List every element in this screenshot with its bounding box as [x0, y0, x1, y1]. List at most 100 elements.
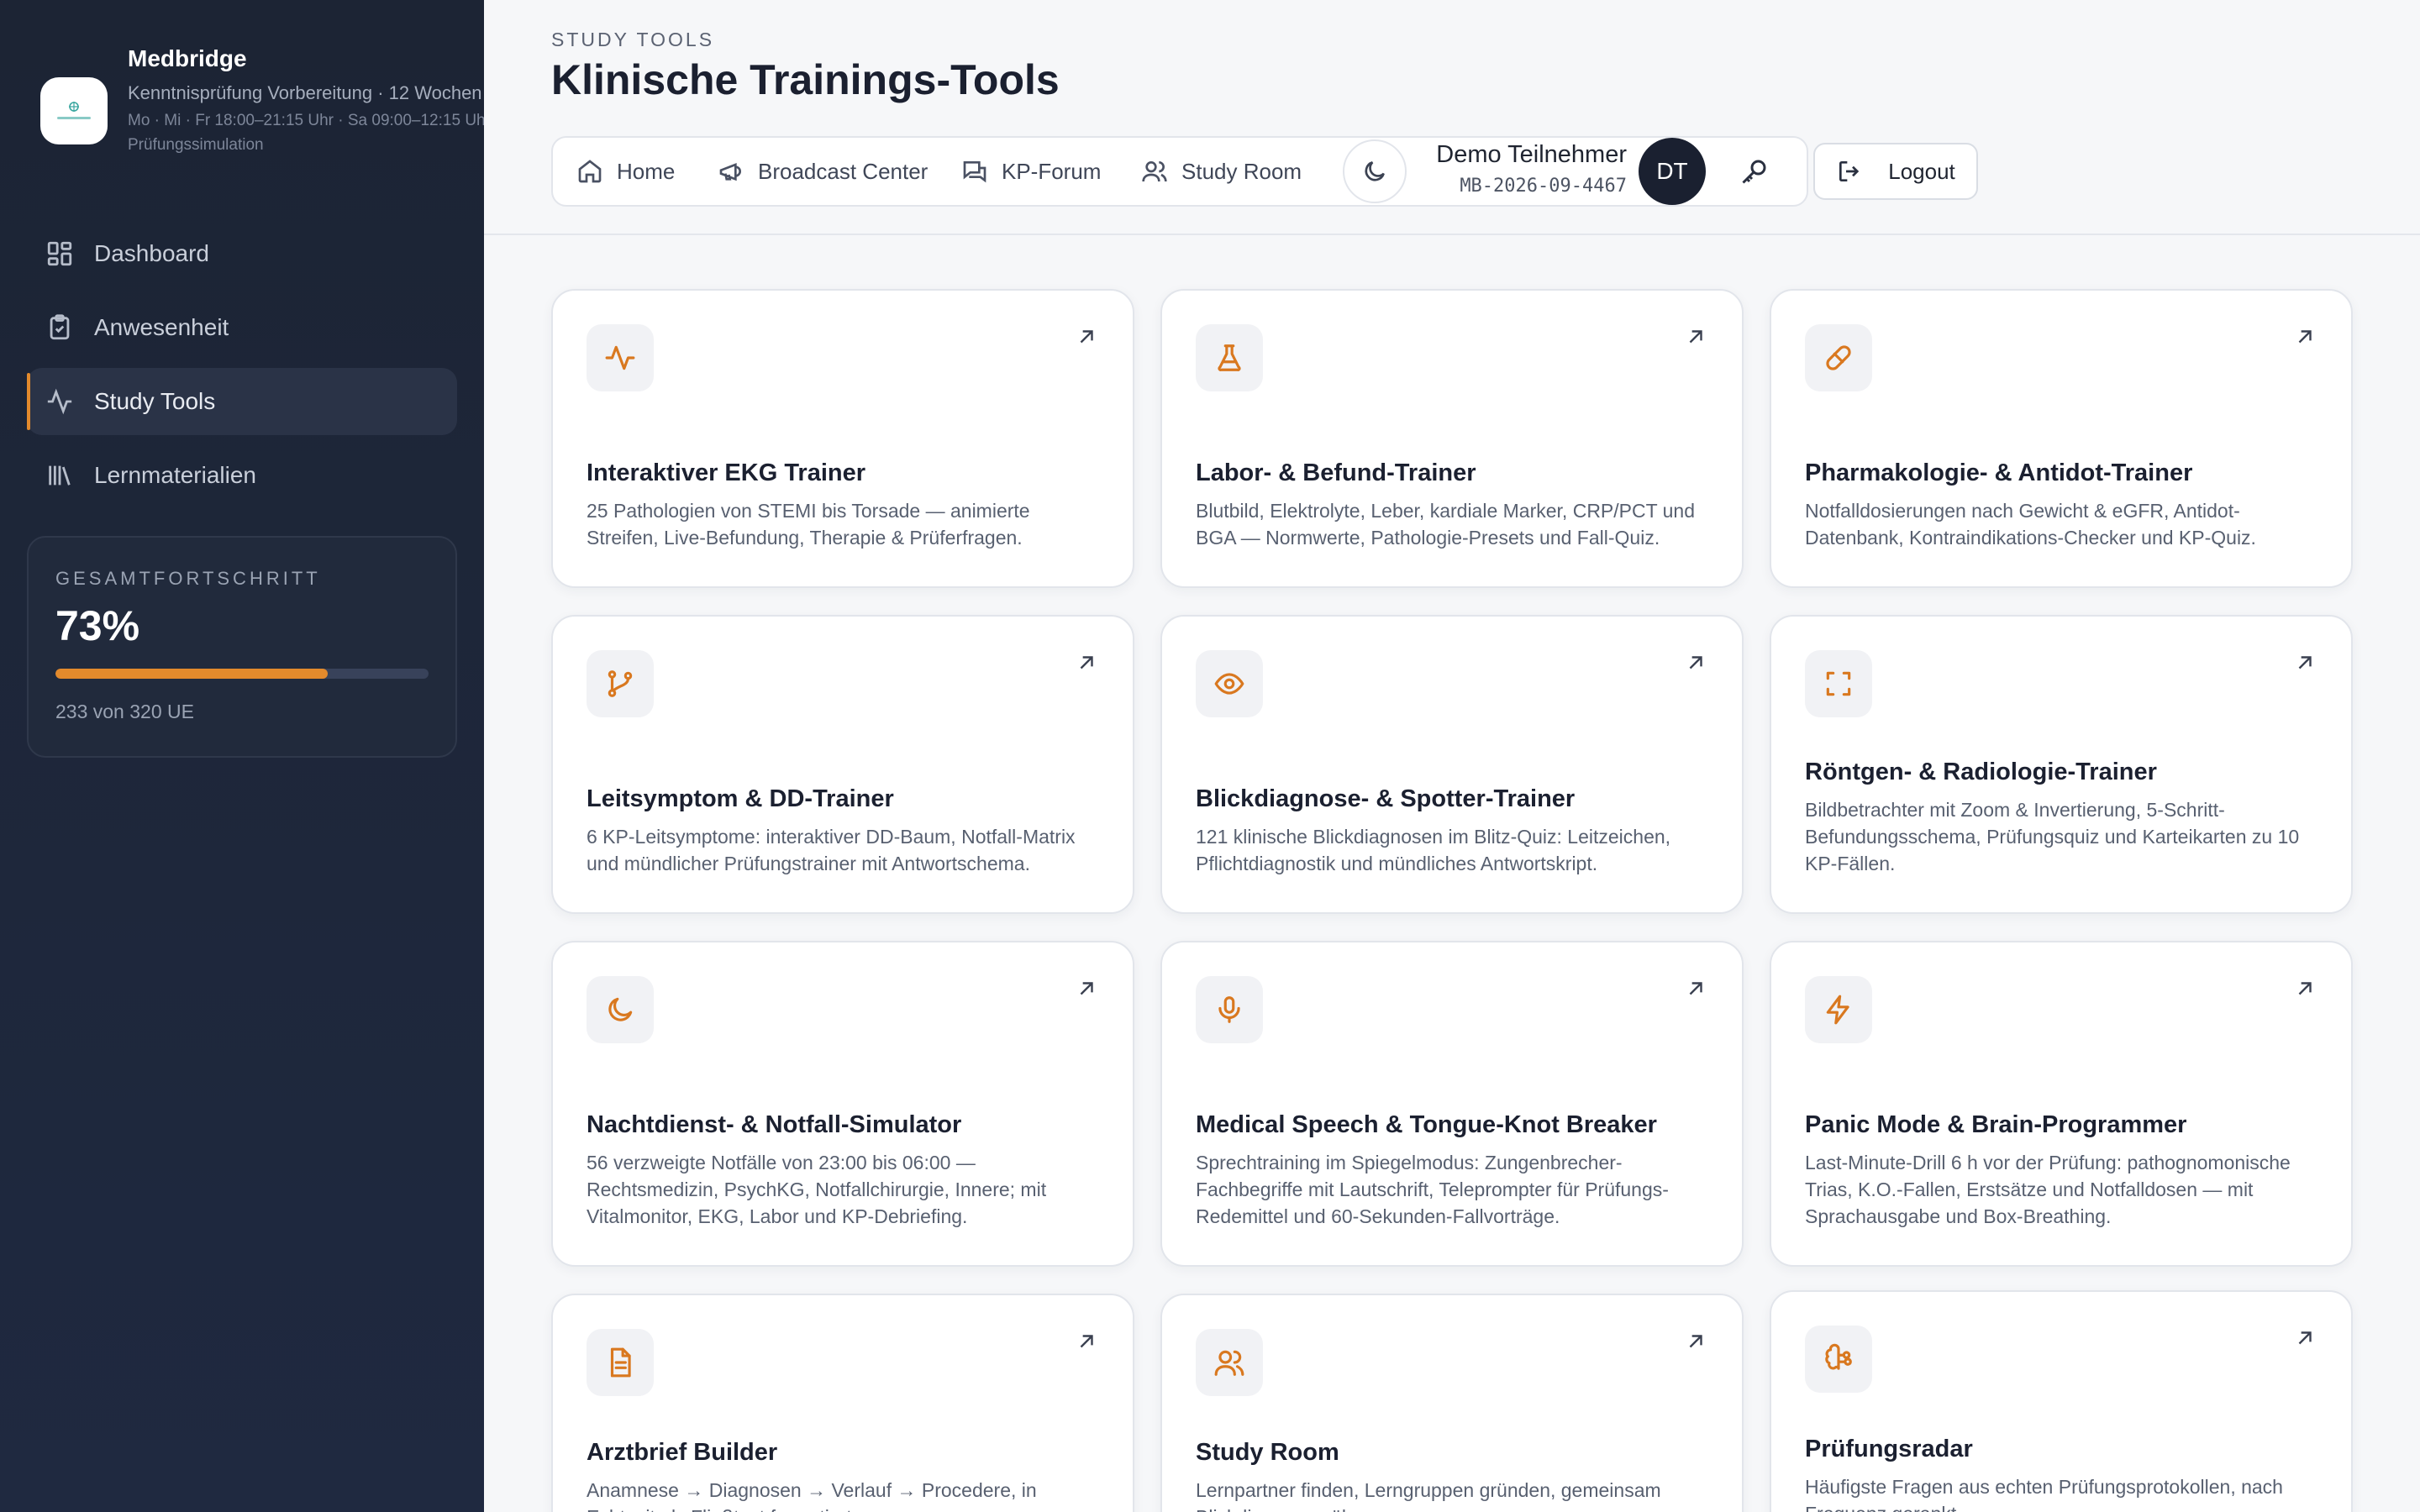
- arrow-up-right-icon: [2294, 326, 2316, 348]
- moon-icon: [587, 976, 654, 1043]
- avatar[interactable]: DT: [1639, 138, 1706, 205]
- arrow-up-right-icon: [2294, 1327, 2316, 1349]
- sidebar-item-dashboard[interactable]: Dashboard: [27, 220, 457, 287]
- tool-card-arztbrief-builder[interactable]: Arztbrief Builder Anamnese → Diagnosen →…: [551, 1294, 1134, 1512]
- users-icon: [1196, 1329, 1263, 1396]
- arrow-up-right-icon: [2294, 978, 2316, 1000]
- card-description: Blutbild, Elektrolyte, Leber, kardiale M…: [1196, 500, 1696, 549]
- user-name: Demo Teilnehmer: [1436, 141, 1627, 168]
- nav-link-label: KP-Forum: [1002, 158, 1102, 184]
- card-title: Labor- & Befund-Trainer: [1196, 459, 1476, 486]
- arrow-up-right-icon: [1076, 978, 1097, 1000]
- tool-card-medical-speech[interactable]: Medical Speech & Tongue-Knot Breaker Spr…: [1160, 941, 1744, 1267]
- key-button[interactable]: [1739, 156, 1770, 186]
- card-description: Bildbetrachter mit Zoom & Invertierung, …: [1805, 799, 2300, 874]
- progress-label: GESAMTFORTSCHRITT: [55, 568, 321, 589]
- arrow-up-right-icon: [1685, 326, 1707, 348]
- logout-icon: [1839, 161, 1860, 181]
- sidebar-item-study-tools[interactable]: Study Tools: [27, 368, 457, 435]
- card-title: Study Room: [1196, 1439, 1339, 1466]
- ekg-icon: [587, 324, 654, 391]
- tool-card-blickdiagnose-trainer[interactable]: Blickdiagnose- & Spotter-Trainer 121 kli…: [1160, 615, 1744, 914]
- nav-link-study-room[interactable]: Study Room: [1141, 138, 1302, 205]
- document-icon: [587, 1329, 654, 1396]
- card-description: 25 Pathologien von STEMI bis Torsade — a…: [587, 500, 1030, 549]
- scan-icon: [1805, 650, 1872, 717]
- branch-icon: [587, 650, 654, 717]
- progress-note: 233 von 320 UE: [55, 701, 194, 722]
- sidebar-item-label: Dashboard: [94, 240, 209, 266]
- logout-button[interactable]: Logout: [1813, 143, 1978, 200]
- nav-link-kp-forum[interactable]: KP-Forum: [961, 138, 1101, 205]
- theme-toggle-button[interactable]: [1343, 139, 1407, 203]
- overall-progress-card: GESAMTFORTSCHRITT 73% 233 von 320 UE: [27, 536, 457, 758]
- arrow-up-right-icon: [1076, 1331, 1097, 1352]
- nav-link-label: Home: [617, 158, 676, 184]
- microphone-icon: [1196, 976, 1263, 1043]
- brand-name: Medbridge: [128, 45, 247, 71]
- progress-bar-fill: [55, 669, 329, 679]
- medbridge-logo[interactable]: [40, 77, 108, 144]
- card-title: Panic Mode & Brain-Programmer: [1805, 1111, 2187, 1138]
- card-title: Arztbrief Builder: [587, 1439, 778, 1466]
- logout-label: Logout: [1888, 158, 1955, 184]
- brand-schedule: Mo · Mi · Fr 18:00–21:15 Uhr · Sa 09:00–…: [128, 112, 491, 154]
- card-description: Lernpartner finden, Lerngruppen gründen,…: [1196, 1479, 1661, 1512]
- card-description: Sprechtraining im Spiegelmodus: Zungenbr…: [1196, 1152, 1669, 1227]
- card-title: Interaktiver EKG Trainer: [587, 459, 866, 486]
- arrow-up-right-icon: [1076, 652, 1097, 674]
- nav-link-home[interactable]: Home: [576, 138, 675, 205]
- tool-card-study-room[interactable]: Study Room Lernpartner finden, Lerngrupp…: [1160, 1294, 1744, 1512]
- card-description: 56 verzweigte Notfälle von 23:00 bis 06:…: [587, 1152, 1047, 1227]
- card-description: 6 KP-Leitsymptome: interaktiver DD-Baum,…: [587, 826, 1076, 874]
- card-title: Blickdiagnose- & Spotter-Trainer: [1196, 785, 1576, 812]
- sidebar: Medbridge Kenntnisprüfung Vorbereitung ·…: [0, 0, 491, 1512]
- card-title: Medical Speech & Tongue-Knot Breaker: [1196, 1111, 1657, 1138]
- card-title: Nachtdienst- & Notfall-Simulator: [587, 1111, 962, 1138]
- arrow-up-right-icon: [1685, 1331, 1707, 1352]
- page-header: STUDY TOOLS Klinische Trainings-Tools Ho…: [484, 0, 2420, 235]
- nav-link-label: Study Room: [1181, 158, 1302, 184]
- tool-card-panic-mode[interactable]: Panic Mode & Brain-Programmer Last-Minut…: [1770, 941, 2353, 1267]
- moon-icon: [1365, 161, 1385, 181]
- arrow-up-right-icon: [2294, 652, 2316, 674]
- tool-card-ekg-trainer[interactable]: Interaktiver EKG Trainer 25 Pathologien …: [551, 289, 1134, 588]
- brand-subtitle: Kenntnisprüfung Vorbereitung · 12 Wochen: [128, 82, 482, 103]
- sidebar-item-label: Anwesenheit: [94, 314, 229, 340]
- flask-icon: [1196, 324, 1263, 391]
- library-icon: [45, 461, 74, 490]
- sidebar-item-lernmaterialien[interactable]: Lernmaterialien: [27, 442, 457, 509]
- tool-card-leitsymptom-trainer[interactable]: Leitsymptom & DD-Trainer 6 KP-Leitsympto…: [551, 615, 1134, 914]
- page-eyebrow: STUDY TOOLS: [551, 29, 715, 50]
- user-info: Demo Teilnehmer MB-2026-09-4467: [1425, 141, 1627, 197]
- tool-card-nachtdienst-simulator[interactable]: Nachtdienst- & Notfall-Simulator 56 verz…: [551, 941, 1134, 1267]
- clipboard-check-icon: [45, 313, 74, 342]
- card-description: Anamnese → Diagnosen → Verlauf → Procede…: [587, 1479, 1037, 1512]
- tool-card-pruefungsradar[interactable]: Prüfungsradar Häufigste Fragen aus echte…: [1770, 1290, 2353, 1512]
- page-title: Klinische Trainings-Tools: [551, 56, 1060, 103]
- chat-icon: [963, 161, 986, 183]
- card-description: Häufigste Fragen aus echten Prüfungsprot…: [1805, 1476, 2283, 1512]
- sidebar-item-anwesenheit[interactable]: Anwesenheit: [27, 294, 457, 361]
- sidebar-item-label: Study Tools: [94, 388, 216, 414]
- megaphone-icon: [719, 163, 741, 181]
- tool-card-labor-trainer[interactable]: Labor- & Befund-Trainer Blutbild, Elektr…: [1160, 289, 1744, 588]
- nav-link-label: Broadcast Center: [758, 158, 929, 184]
- users-icon: [1142, 161, 1167, 182]
- home-icon: [578, 160, 602, 183]
- arrow-up-right-icon: [1685, 652, 1707, 674]
- pill-icon: [1805, 324, 1872, 391]
- tool-card-roentgen-trainer[interactable]: Röntgen- & Radiologie-Trainer Bildbetrac…: [1770, 615, 2353, 914]
- card-description: 121 klinische Blickdiagnosen im Blitz-Qu…: [1196, 826, 1671, 874]
- card-title: Röntgen- & Radiologie-Trainer: [1805, 759, 2157, 785]
- main-content: STUDY TOOLS Klinische Trainings-Tools Ho…: [484, 0, 2420, 1512]
- nav-link-broadcast-center[interactable]: Broadcast Center: [718, 138, 928, 205]
- eye-icon: [1196, 650, 1263, 717]
- tool-card-pharmakologie-trainer[interactable]: Pharmakologie- & Antidot-Trainer Notfall…: [1770, 289, 2353, 588]
- user-id: MB-2026-09-4467: [1460, 176, 1627, 197]
- progress-bar: [55, 669, 429, 679]
- dashboard-icon: [45, 239, 74, 268]
- card-description: Last-Minute-Drill 6 h vor der Prüfung: p…: [1805, 1152, 2291, 1227]
- brain-icon: [1805, 1326, 1872, 1393]
- lightning-icon: [1805, 976, 1872, 1043]
